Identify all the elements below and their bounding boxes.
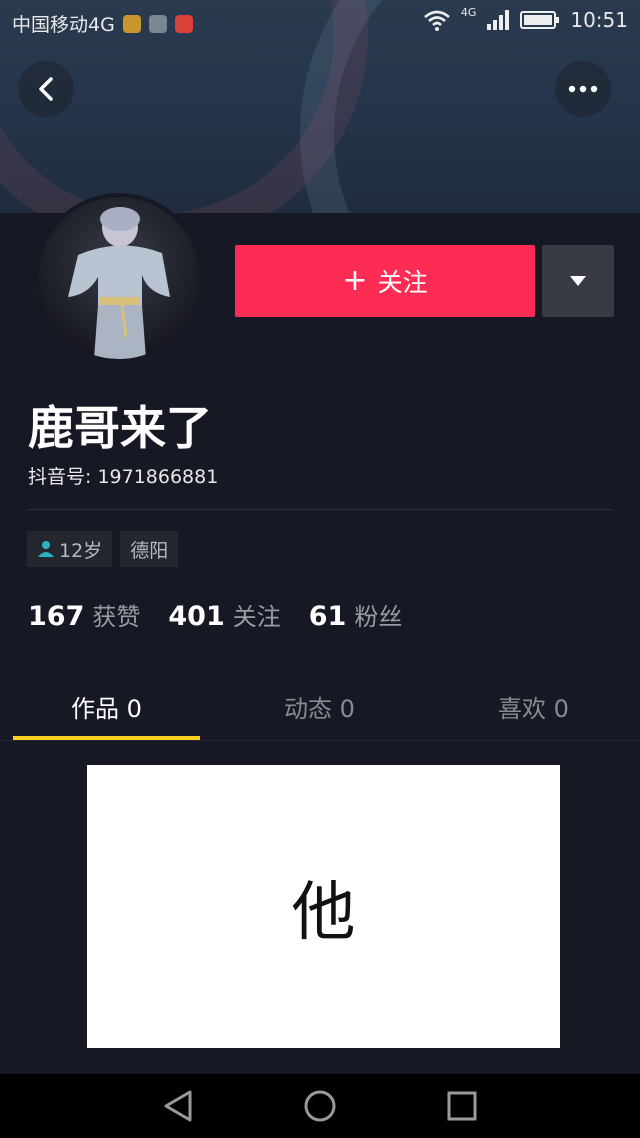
back-button[interactable] (18, 61, 74, 117)
more-horizontal-icon (568, 85, 598, 93)
triangle-back-icon (164, 1090, 192, 1122)
content-tabs: 作品 0 动态 0 喜欢 0 (0, 672, 640, 741)
content-image-text: 他 (291, 875, 356, 950)
following-count: 401 (168, 601, 225, 632)
active-tab-indicator (13, 736, 200, 740)
follow-label: 关注 (377, 268, 428, 297)
wifi-icon (423, 10, 450, 31)
avatar-photo (38, 197, 200, 359)
following-label: 关注 (232, 603, 281, 631)
carrier-label: 中国移动4G (12, 14, 115, 36)
plus-icon: + (342, 263, 368, 298)
news-notification-icon (174, 14, 193, 33)
tab-works[interactable]: 作品 0 (13, 672, 200, 740)
chevron-left-icon (39, 77, 53, 101)
clock-time: 10:51 (570, 8, 628, 32)
nav-back-button[interactable] (160, 1088, 196, 1124)
likes-label: 获赞 (92, 603, 141, 631)
profile-nickname: 鹿哥来了 (28, 401, 212, 455)
follow-button[interactable]: + 关注 (235, 245, 535, 317)
square-recents-icon (447, 1091, 477, 1121)
more-options-button[interactable] (555, 61, 611, 117)
network-type-label: 4G (460, 5, 477, 19)
content-image: 他 (87, 765, 560, 1048)
gallery-notification-icon (148, 14, 167, 33)
age-label: 12岁 (59, 539, 103, 562)
location-tag: 德阳 (120, 531, 179, 567)
nav-home-button[interactable] (302, 1088, 338, 1124)
profile-tags: 12岁 德阳 (27, 531, 179, 567)
nav-recents-button[interactable] (444, 1088, 480, 1124)
divider (28, 509, 613, 510)
app-notification-icon (122, 14, 141, 33)
account-id: 抖音号: 1971866881 (28, 466, 219, 488)
location-label: 德阳 (130, 539, 169, 562)
followers-label: 粉丝 (354, 603, 403, 631)
followers-stat[interactable]: 61 粉丝 (309, 597, 403, 632)
recommend-dropdown-button[interactable] (542, 245, 614, 317)
followers-count: 61 (308, 601, 347, 632)
tab-activity[interactable]: 动态 0 (226, 672, 413, 740)
status-bar: 中国移动4G 4G 10:51 (0, 0, 640, 44)
signal-icon (487, 10, 510, 30)
avatar[interactable] (34, 193, 204, 363)
circle-home-icon (304, 1090, 336, 1122)
age-tag: 12岁 (27, 531, 113, 567)
tab-likes[interactable]: 喜欢 0 (440, 672, 627, 740)
likes-stat: 167 获赞 (28, 597, 140, 632)
person-icon (38, 541, 54, 557)
profile-stats: 167 获赞 401 关注 61 粉丝 (28, 597, 402, 632)
likes-count: 167 (28, 601, 85, 632)
battery-icon (520, 11, 560, 29)
system-navigation-bar (0, 1074, 640, 1138)
caret-down-icon (570, 276, 586, 286)
following-stat[interactable]: 401 关注 (168, 597, 280, 632)
